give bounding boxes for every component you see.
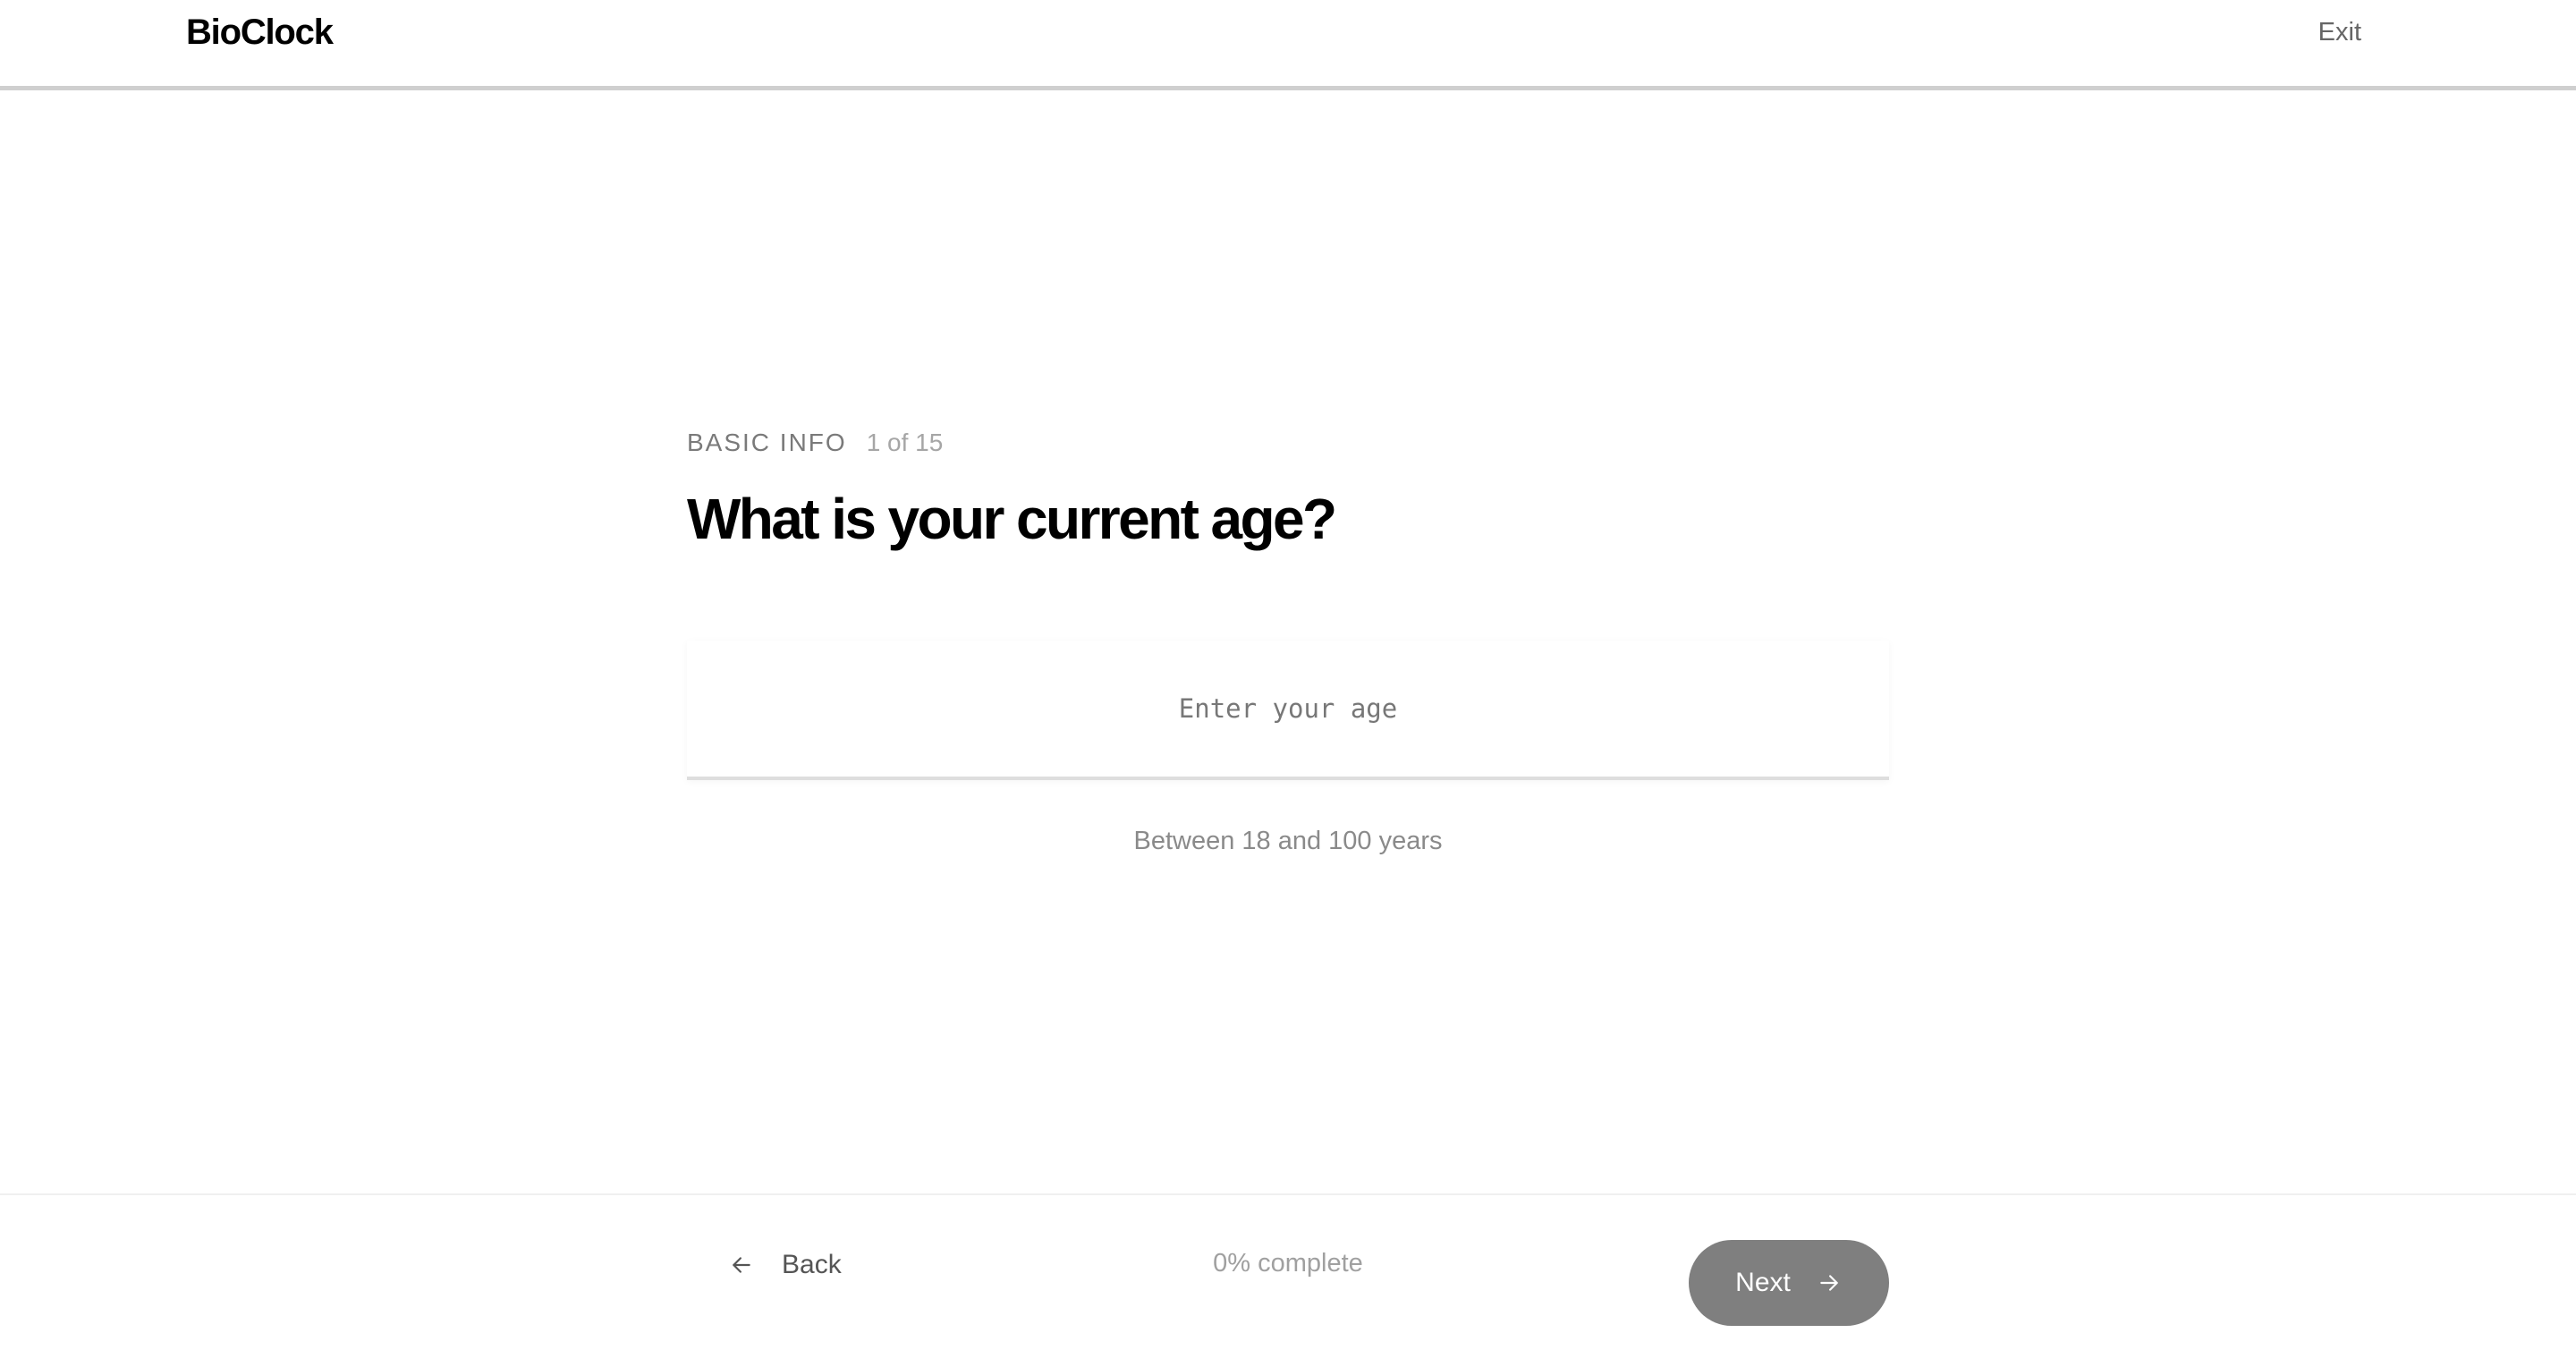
age-input-container: [687, 641, 1889, 780]
question-title: What is your current age?: [687, 487, 1337, 551]
section-label: BASIC INFO 1 of 15: [687, 425, 943, 461]
navigation-footer: Back 0% complete Next: [0, 1193, 2576, 1367]
exit-link[interactable]: Exit: [2318, 14, 2361, 50]
next-label: Next: [1735, 1268, 1791, 1297]
age-input[interactable]: [687, 641, 1889, 777]
app-header: BioClock Exit: [0, 0, 2576, 90]
back-button[interactable]: Back: [716, 1238, 854, 1292]
age-hint: Between 18 and 100 years: [1133, 827, 1443, 855]
next-button[interactable]: Next: [1689, 1240, 1889, 1326]
section-name: BASIC INFO: [687, 429, 847, 456]
question-panel: BASIC INFO 1 of 15 What is your current a…: [0, 95, 2576, 1193]
back-label: Back: [782, 1250, 842, 1279]
arrow-left-icon: [728, 1252, 755, 1278]
brand-logo[interactable]: BioClock: [186, 9, 334, 55]
arrow-right-icon: [1816, 1269, 1843, 1296]
progress-text: 0% complete: [1213, 1249, 1363, 1278]
step-counter: 1 of 15: [866, 429, 944, 456]
